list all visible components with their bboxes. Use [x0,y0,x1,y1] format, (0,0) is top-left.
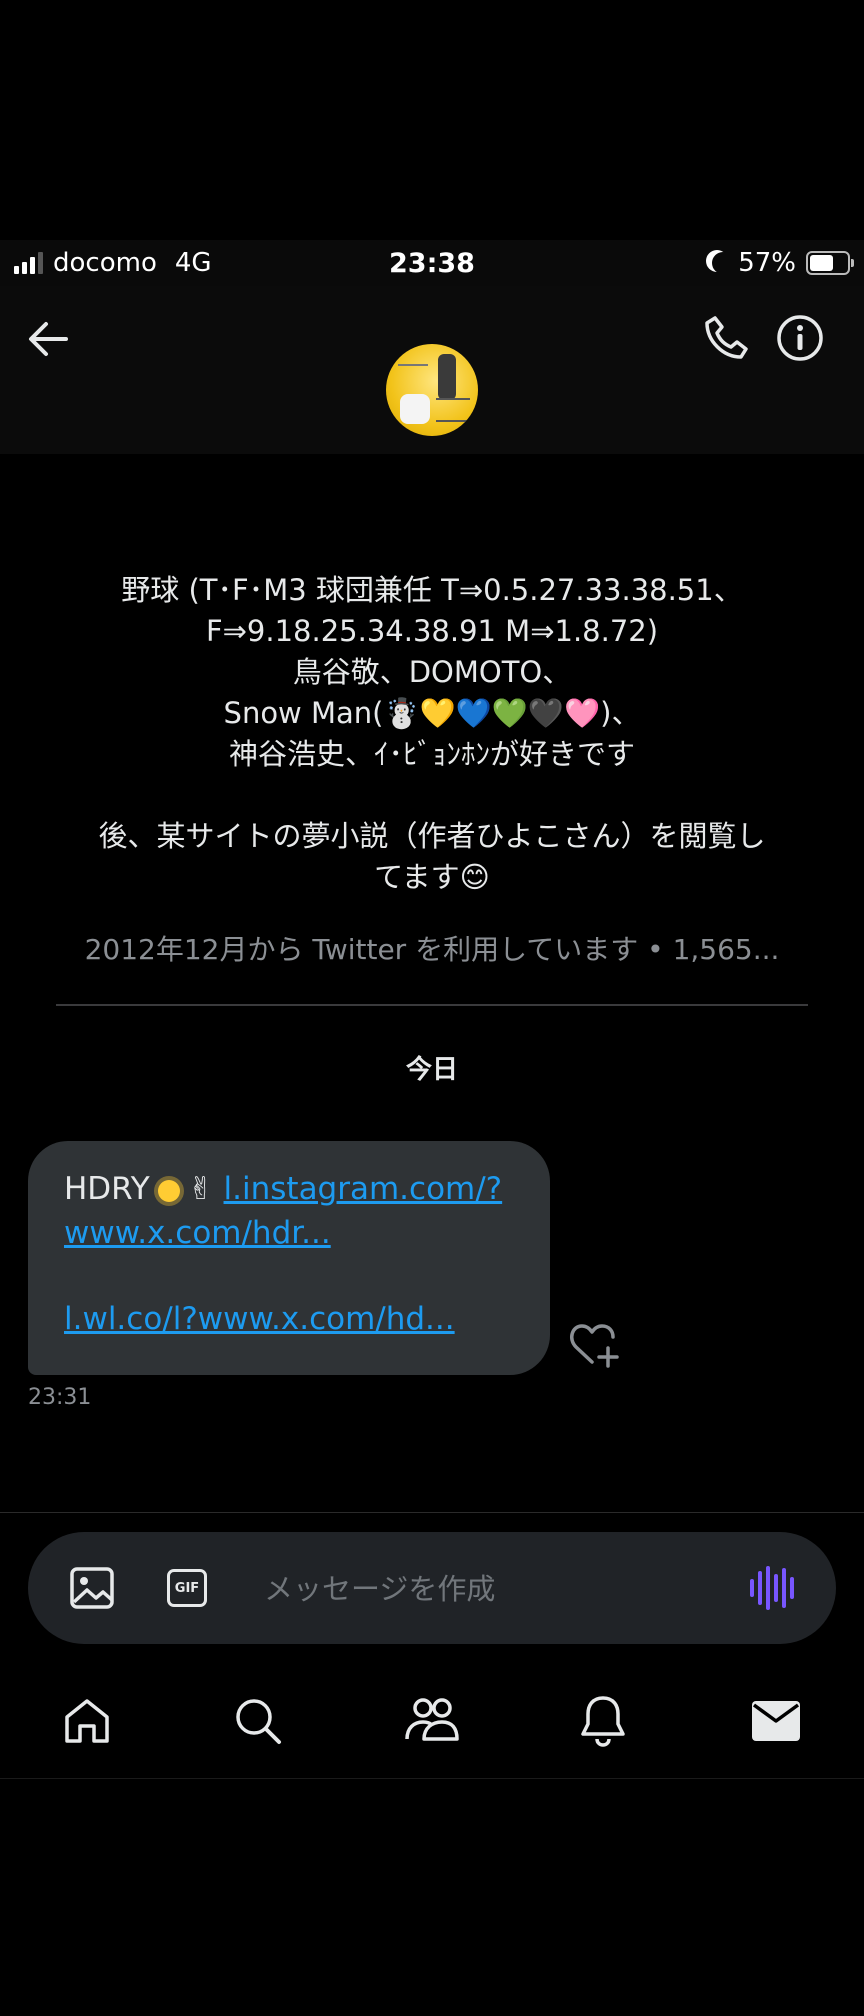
messages-icon [752,1701,800,1741]
gif-label: GIF [167,1569,207,1607]
image-icon [70,1567,114,1609]
bio-line: F⇒9.18.25.34.38.91 M⇒1.8.72) [205,614,659,648]
communities-icon [405,1698,459,1741]
message-line: www.x.com/hdr... [64,1211,331,1255]
notifications-icon [581,1696,625,1747]
tab-notifications[interactable] [570,1688,636,1754]
divider [56,1004,808,1006]
message-line: l.wl.co/l?www.x.com/hd... [64,1297,455,1341]
info-icon [777,315,823,361]
status-bar-right: 57% [706,248,854,278]
battery-icon [806,251,854,275]
message-input[interactable] [264,1566,684,1612]
heart-plus-icon [570,1324,619,1368]
composer-divider [0,1512,864,1513]
bio-line: 後、某サイトの夢小説（作者ひよこさん）を閲覧し [98,819,766,853]
info-button[interactable] [770,308,830,368]
message-link-instagram-cont[interactable]: www.x.com/hdr... [64,1215,331,1251]
message-line: HDRY ✌ l.instagram.com/? [64,1167,502,1211]
tab-home[interactable] [54,1688,120,1754]
message-link-wl[interactable]: l.wl.co/l?www.x.com/hd... [64,1301,455,1337]
message-prefix: HDRY [64,1171,150,1207]
tab-search[interactable] [225,1688,291,1754]
moon-icon [712,252,734,274]
back-button[interactable] [20,314,76,364]
search-icon [236,1699,281,1744]
victory-hand-icon: ✌ [187,1171,214,1207]
arrow-left-icon [29,322,68,356]
call-button[interactable] [696,308,756,368]
profile-avatar[interactable] [386,344,478,436]
gif-button[interactable]: GIF [160,1564,214,1612]
bio-line: 神谷浩史、ｲ･ﾋﾞｮﾝﾎﾝが好きです [228,737,635,771]
date-divider-label: 今日 [405,1055,458,1085]
profile-bio: 野球 (T･F･M3 球団兼任 T⇒0.5.27.33.38.51、 F⇒9.1… [40,570,824,898]
phone-icon [705,316,748,359]
joined-info[interactable]: 2012年12月から Twitter を利用しています • 1,565... [40,928,824,968]
voice-message-button[interactable] [744,1562,800,1614]
bio-line: てます😊 [374,860,490,894]
message-link-instagram[interactable]: l.instagram.com/? [224,1171,503,1207]
bio-line: Snow Man(☃️💛💙💚🖤🩷)、 [223,696,641,730]
bio-line: 野球 (T･F･M3 球団兼任 T⇒0.5.27.33.38.51、 [121,573,743,607]
react-button[interactable] [568,1320,622,1370]
add-image-button[interactable] [66,1562,118,1614]
tab-communities[interactable] [399,1688,465,1754]
tab-messages[interactable] [743,1688,809,1754]
message-bubble[interactable]: HDRY ✌ l.instagram.com/? www.x.com/hdr...… [28,1141,550,1375]
battery-percent: 57% [738,248,796,278]
bio-line: 鳥谷敬、DOMOTO、 [292,655,572,689]
home-icon [65,1699,109,1743]
sun-icon [157,1180,180,1202]
message-timestamp: 23:31 [28,1385,92,1410]
